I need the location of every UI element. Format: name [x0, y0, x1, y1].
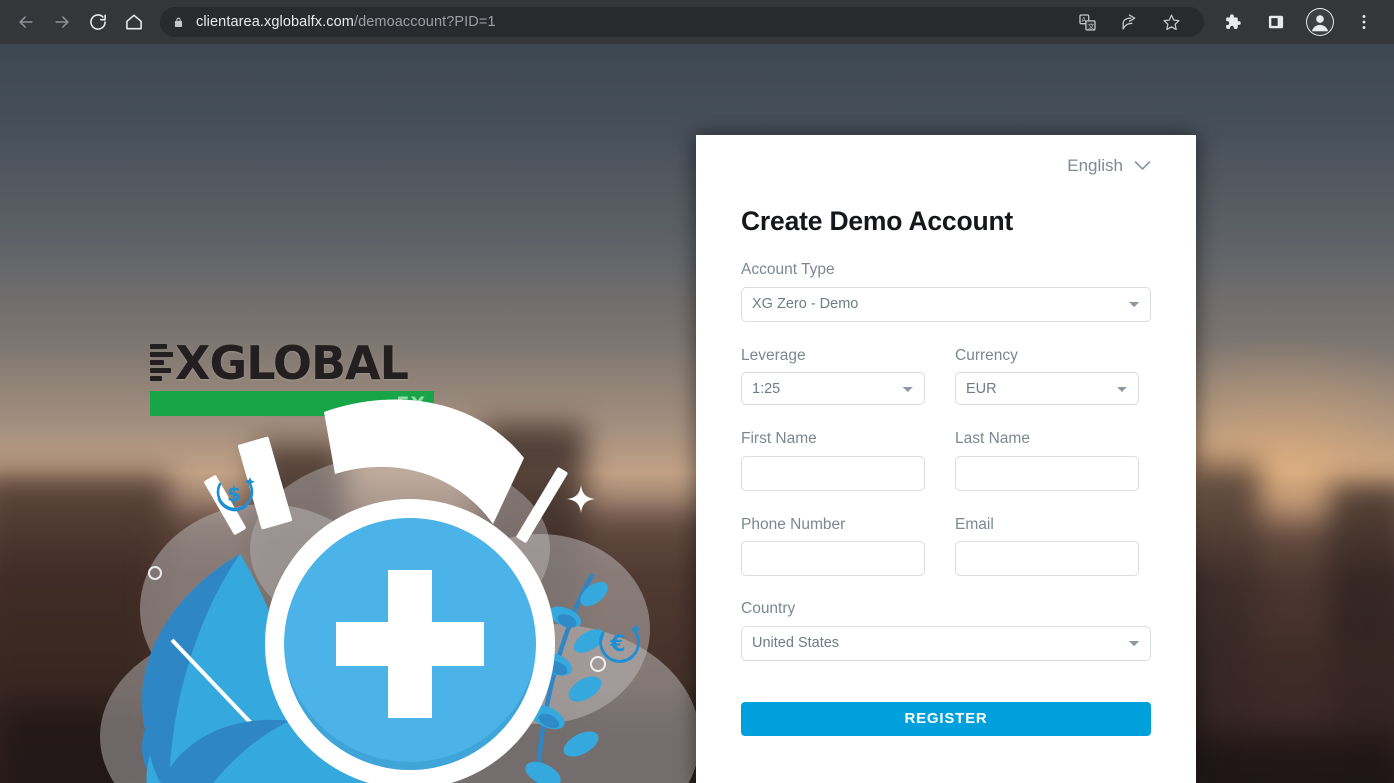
last-name-field: Last Name: [955, 430, 1139, 491]
page-title: Create Demo Account: [741, 206, 1014, 236]
currency-select[interactable]: EUR: [955, 372, 1139, 406]
register-button[interactable]: REGISTER: [741, 701, 1151, 736]
chevron-down-icon: [1134, 156, 1151, 176]
plus-circle-icon: [265, 499, 555, 783]
registration-card: English Create Demo Account Account Type…: [696, 135, 1196, 783]
address-bar[interactable]: clientarea.xglobalfx.com/demoaccount?PID…: [160, 7, 1204, 37]
name-row: First Name Last Name: [741, 430, 1151, 491]
email-input[interactable]: [955, 541, 1139, 577]
forward-arrow-icon[interactable]: [46, 6, 78, 38]
leverage-select[interactable]: 1:25: [741, 372, 925, 406]
three-dot-menu-icon[interactable]: [1348, 6, 1380, 38]
side-panel-icon[interactable]: [1260, 6, 1292, 38]
leverage-label: Leverage: [741, 346, 806, 364]
language-selector[interactable]: English: [1067, 156, 1151, 176]
country-label: Country: [741, 600, 796, 618]
translate-icon[interactable]: A文: [1071, 6, 1103, 38]
browser-actions: [1210, 6, 1386, 38]
country-select[interactable]: United States: [741, 625, 1151, 661]
email-field: Email: [955, 516, 1139, 577]
lock-icon: [172, 16, 185, 29]
svg-text:$: $: [227, 482, 241, 506]
dollar-coin-icon: $: [216, 477, 255, 512]
outline-circle-decor: [590, 656, 606, 672]
first-name-input[interactable]: [741, 455, 925, 491]
reload-icon[interactable]: [82, 6, 114, 38]
share-icon[interactable]: [1113, 6, 1145, 38]
phone-number-field: Phone Number: [741, 516, 925, 577]
add-account-illustration: $ €: [100, 374, 720, 783]
last-name-label: Last Name: [955, 430, 1030, 448]
plus-vertical-bar: [388, 570, 432, 718]
currency-field: Currency EUR: [955, 347, 1139, 406]
contact-row: Phone Number Email: [741, 516, 1151, 577]
svg-text:€: €: [609, 632, 625, 657]
leverage-field: Leverage 1:25: [741, 347, 925, 406]
back-arrow-icon[interactable]: [10, 6, 42, 38]
country-field: Country United States: [741, 600, 1151, 661]
svg-text:A: A: [1081, 15, 1086, 23]
puzzle-extensions-icon[interactable]: [1216, 6, 1248, 38]
account-type-label: Account Type: [741, 261, 835, 278]
page-viewport: XGLOBAL FX: [0, 44, 1394, 783]
first-name-field: First Name: [741, 430, 925, 491]
email-label: Email: [955, 515, 994, 533]
account-type-select[interactable]: XG Zero - Demo: [741, 286, 1151, 322]
outline-circle-decor: [148, 566, 162, 580]
url-domain: clientarea.xglobalfx.com: [196, 14, 354, 30]
phone-number-input[interactable]: [741, 541, 925, 577]
phone-number-label: Phone Number: [741, 515, 846, 533]
sparkle-icon: [567, 485, 595, 513]
plus-circle-inner: [284, 518, 536, 770]
last-name-input[interactable]: [955, 455, 1139, 491]
leverage-currency-row: Leverage 1:25 Currency EUR: [741, 347, 1151, 406]
url-text: clientarea.xglobalfx.com/demoaccount?PID…: [196, 14, 496, 30]
profile-avatar-icon[interactable]: [1306, 8, 1334, 36]
url-path: /demoaccount?PID=1: [353, 14, 496, 30]
currency-label: Currency: [955, 346, 1018, 364]
account-type-field: Account Type XG Zero - Demo: [741, 261, 1151, 322]
star-bookmark-icon[interactable]: [1155, 6, 1187, 38]
first-name-label: First Name: [741, 430, 817, 448]
language-row: English: [741, 135, 1151, 179]
home-icon[interactable]: [118, 6, 150, 38]
svg-text:文: 文: [1087, 21, 1094, 30]
browser-toolbar: clientarea.xglobalfx.com/demoaccount?PID…: [0, 0, 1394, 44]
language-label: English: [1067, 156, 1123, 175]
